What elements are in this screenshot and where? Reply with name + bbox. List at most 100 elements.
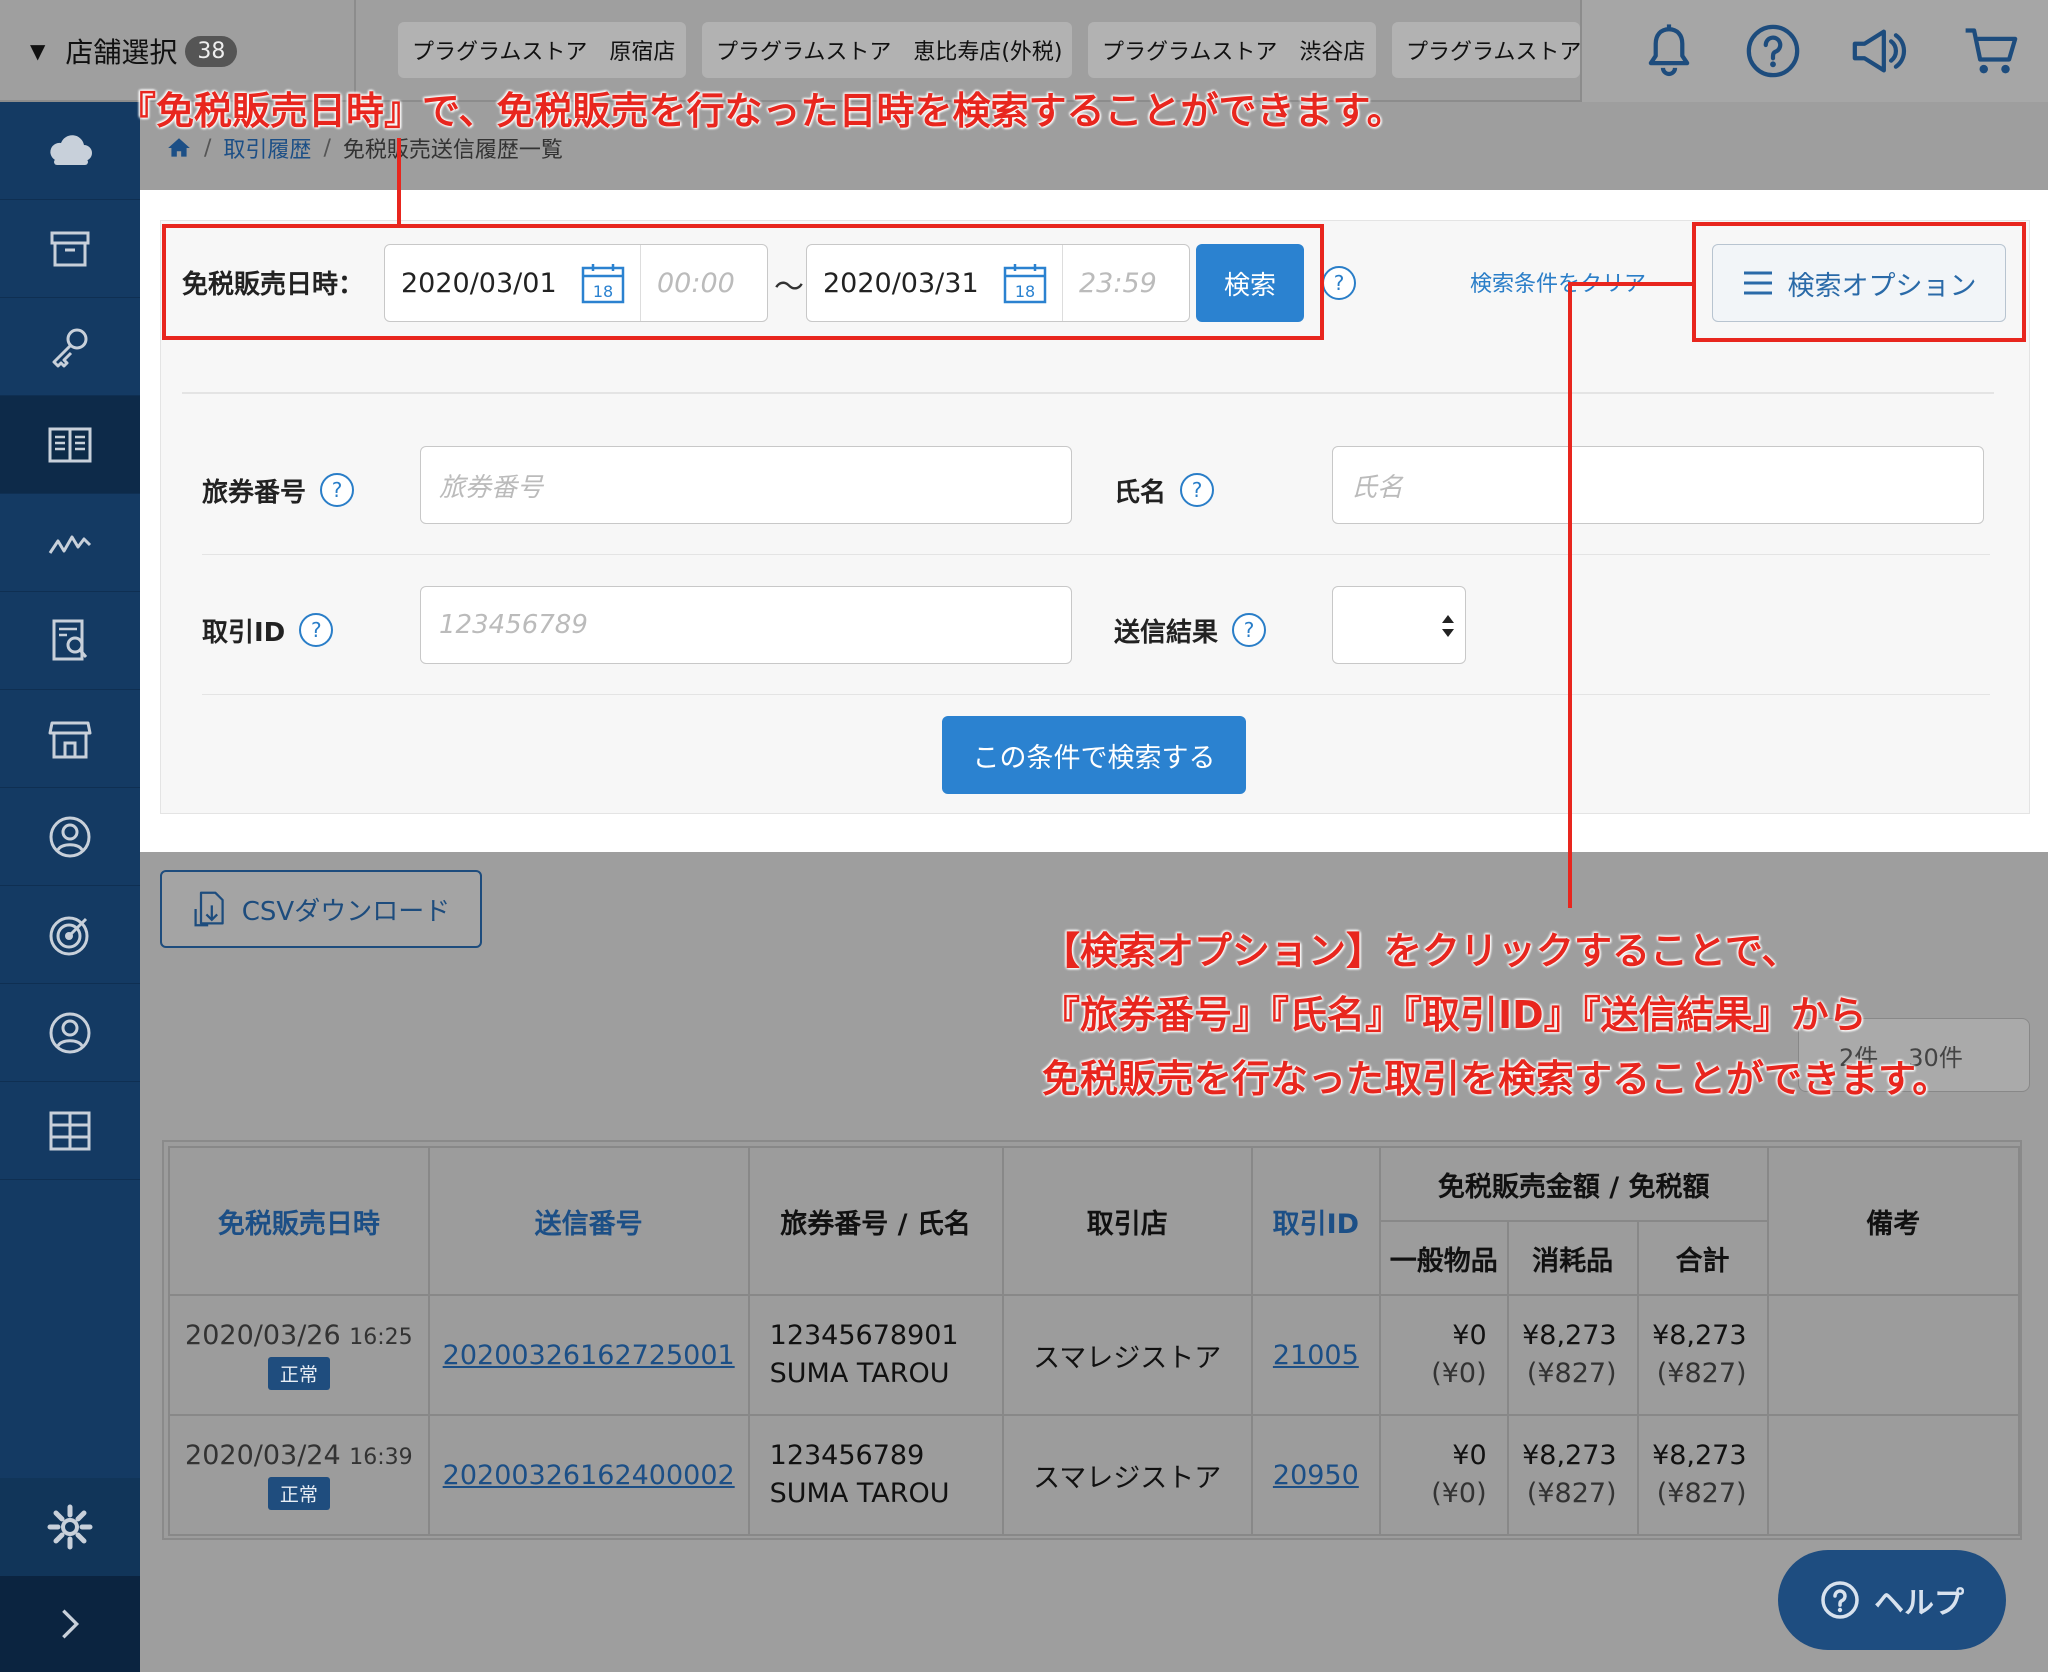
col-header-general: 一般物品 [1378,1220,1509,1296]
result-select[interactable] [1332,586,1466,664]
passport-label: 旅券番号 ? [202,470,355,510]
sidebar-item-chart[interactable] [0,494,140,592]
row-name: SUMA TAROU [769,1478,950,1509]
send-no-link[interactable]: 20200326162400002 [443,1460,735,1491]
cell-note [1766,1294,2021,1416]
annotation-line-options-h [1568,282,1694,286]
cell-total: ¥8,273 (¥827) [1636,1414,1769,1536]
annotation-right-line2: 『旅券番号』『氏名』『取引ID』『送信結果』から [1042,993,1867,1037]
store-select-label: 店舗選択 [65,36,178,69]
sidebar-item-archive[interactable] [0,200,140,298]
sidebar-settings[interactable] [0,1478,140,1576]
cell-consumable: ¥8,273 (¥827) [1506,1414,1639,1536]
annotation-line-date [397,138,401,226]
cart-icon[interactable] [1962,22,2020,80]
txid-help-icon[interactable]: ? [299,613,334,647]
select-arrows-icon [1442,615,1454,637]
passport-input[interactable]: 旅券番号 [420,446,1072,524]
grid-icon [49,1111,91,1150]
download-icon [194,891,224,927]
result-label: 送信結果 ? [1114,610,1267,650]
help-button[interactable]: ヘルプ [1778,1550,2006,1650]
date-help-icon[interactable]: ? [1322,266,1356,300]
bell-icon[interactable] [1640,22,1698,80]
store-tab-ebisu[interactable]: プラグラムストア 恵比寿店(外税) [702,22,1072,78]
cell-datetime: 2020/03/26 16:25 正常 [168,1294,430,1416]
annotation-right-line3: 免税販売を行なった取引を検索することができます。 [1042,1057,1951,1101]
sidebar-item-customer[interactable] [0,788,140,886]
col-header-send-no[interactable]: 送信番号 [427,1146,750,1296]
col-header-datetime[interactable]: 免税販売日時 [168,1146,430,1296]
name-input[interactable]: 氏名 [1332,446,1984,524]
csv-download-button[interactable]: CSVダウンロード [160,870,482,948]
cell-consumable: ¥8,273 (¥827) [1506,1294,1639,1416]
breadcrumb-transaction-history[interactable]: 取引履歴 [223,132,311,164]
name-label: 氏名 ? [1114,470,1215,510]
row-passport: 12345678901 [769,1320,959,1351]
name-help-icon[interactable]: ? [1180,473,1215,507]
cell-store: スマレジストア [1001,1414,1253,1536]
sidebar-item-apps[interactable] [0,1082,140,1180]
row-passport: 123456789 [769,1440,925,1471]
annotation-box-date [162,224,1324,340]
caret-down-icon: ▼ [30,39,46,63]
cell-total: ¥8,273 (¥827) [1636,1294,1769,1416]
user-icon [49,1012,91,1053]
divider [202,554,1990,555]
archive-icon [50,231,90,266]
chart-icon [48,535,92,554]
divider [182,392,1994,394]
passport-help-icon[interactable]: ? [320,473,355,507]
send-no-link[interactable]: 20200326162725001 [443,1340,735,1371]
megaphone-icon[interactable] [1850,22,1908,80]
txid-label: 取引ID ? [202,610,334,650]
row-total: ¥8,273 [1652,1440,1747,1471]
cell-send-no: 20200326162400002 [427,1414,750,1536]
sidebar-item-target[interactable] [0,886,140,984]
status-badge: 正常 [267,1477,330,1510]
table-row: 2020/03/24 16:39 正常 20200326162400002 12… [168,1414,2021,1536]
report-icon [52,619,88,660]
col-header-consumable: 消耗品 [1506,1220,1639,1296]
table-row: 2020/03/26 16:25 正常 20200326162725001 12… [168,1294,2021,1416]
help-icon[interactable] [1744,22,1802,80]
breadcrumb-separator: / [204,135,212,161]
row-consumable: ¥8,273 [1522,1440,1617,1471]
row-total-tax: (¥827) [1656,1358,1747,1389]
row-general-tax: (¥0) [1431,1478,1487,1509]
chevron-right-icon [62,1609,80,1639]
row-general: ¥0 [1452,1440,1487,1471]
cell-datetime: 2020/03/24 16:39 正常 [168,1414,430,1536]
result-help-icon[interactable]: ? [1232,613,1267,647]
col-header-amount-group: 免税販売金額 / 免税額 [1378,1146,1769,1222]
sidebar-expand-button[interactable] [0,1576,140,1672]
row-date: 2020/03/24 [185,1440,341,1471]
annotation-top: 『免税販売日時』で、免税販売を行なった日時を検索することができます。 [118,89,1405,133]
col-header-total: 合計 [1636,1220,1769,1296]
col-header-txid[interactable]: 取引ID [1250,1146,1381,1296]
store-tab-harajuku[interactable]: プラグラムストア 原宿店 [398,22,686,78]
key-icon [52,328,88,367]
home-icon[interactable] [166,135,192,161]
cell-general: ¥0 (¥0) [1378,1414,1509,1536]
help-button-label: ヘルプ [1874,1586,1964,1621]
txid-link[interactable]: 21005 [1273,1340,1359,1371]
store-tab-4[interactable]: プラグラムストア [1392,22,1580,78]
sidebar-item-report[interactable] [0,592,140,690]
sidebar-item-book[interactable] [0,396,140,494]
col-header-store: 取引店 [1001,1146,1253,1296]
sidebar-item-user[interactable] [0,984,140,1082]
store-tab-shibuya[interactable]: プラグラムストア 渋谷店 [1088,22,1376,78]
row-name: SUMA TAROU [769,1358,950,1389]
status-badge: 正常 [267,1357,330,1390]
txid-link[interactable]: 20950 [1273,1460,1359,1491]
store-count-badge: 38 [185,35,238,67]
sidebar-item-store[interactable] [0,690,140,788]
submit-search-button[interactable]: この条件で検索する [942,716,1246,794]
name-label-text: 氏名 [1114,477,1167,508]
row-consumable: ¥8,273 [1522,1320,1617,1351]
results-table: 免税販売日時 送信番号 旅券番号 / 氏名 取引店 取引ID 免税販売金額 / … [162,1140,2022,1540]
txid-input[interactable]: 123456789 [420,586,1072,664]
gear-icon [47,1504,93,1550]
sidebar-item-key[interactable] [0,298,140,396]
